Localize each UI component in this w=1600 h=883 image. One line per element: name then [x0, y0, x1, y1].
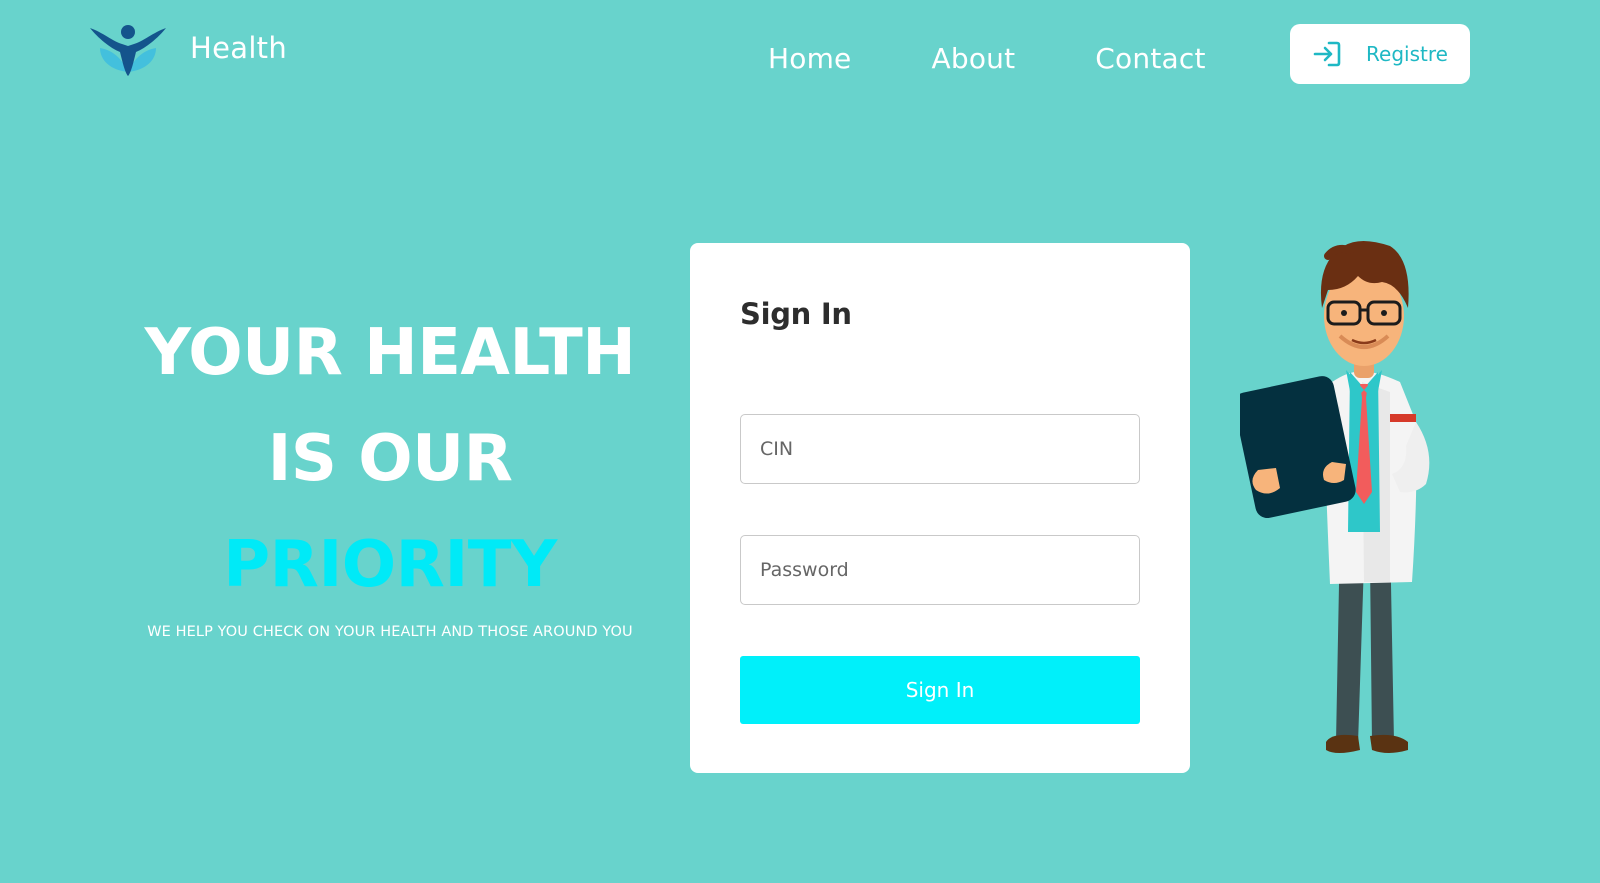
nav-home-link[interactable]: Home — [768, 42, 852, 75]
signin-card: Sign In Sign In — [690, 243, 1190, 773]
main-nav: Home About Contact — [768, 42, 1206, 75]
hero-line-3: PRIORITY — [223, 528, 557, 602]
login-arrow-icon — [1313, 41, 1341, 67]
password-input[interactable] — [740, 535, 1140, 605]
register-label: Registre — [1366, 42, 1448, 66]
hero-line-1: YOUR HEALTH — [144, 316, 636, 390]
signin-submit-button[interactable]: Sign In — [740, 656, 1140, 724]
doctor-illustration — [1233, 232, 1480, 781]
brand-logo[interactable]: Health — [88, 22, 287, 78]
hero-section: YOUR HEALTH IS OUR PRIORITY WE HELP YOU … — [120, 300, 660, 640]
nav-contact-link[interactable]: Contact — [1095, 42, 1205, 75]
hero-line-2: IS OUR — [267, 422, 513, 496]
person-leaf-logo-icon — [90, 25, 166, 76]
doctor-with-tablet-icon — [1233, 241, 1430, 753]
hero-tagline: WE HELP YOU CHECK ON YOUR HEALTH AND THO… — [147, 624, 633, 640]
signin-title: Sign In — [740, 297, 852, 331]
brand-name: Health — [190, 31, 288, 65]
register-button[interactable]: Registre — [1290, 24, 1470, 84]
nav-about-link[interactable]: About — [932, 42, 1016, 75]
cin-input[interactable] — [740, 414, 1140, 484]
